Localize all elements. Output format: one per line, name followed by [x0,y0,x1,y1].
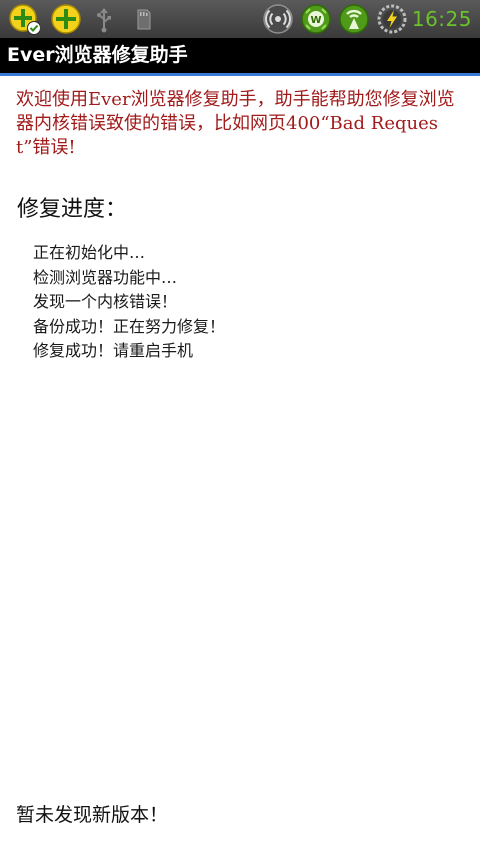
app-title-bar: Ever浏览器修复助手 [0,38,480,76]
clock-time: 16:25 [411,7,472,31]
update-status: 暂未发现新版本！ [16,804,169,826]
battery-charging-icon [376,3,408,35]
sd-card-icon [128,3,160,35]
log-line-repair-success: 修复成功！请重启手机 [33,341,194,360]
add-with-check-icon [8,3,40,35]
usb-icon [90,3,122,35]
signal-broadcast-icon [262,3,294,35]
add-icon [50,3,82,35]
svg-text:W: W [310,15,321,26]
progress-heading: 修复进度： [17,197,128,222]
wifi-antenna-icon [338,3,370,35]
log-line-initializing: 正在初始化中… [33,243,146,262]
log-line-backup-success: 备份成功！正在努力修复！ [33,316,226,336]
app-title: Ever浏览器修复助手 [7,44,188,66]
progress-log: 正在初始化中… 检测浏览器功能中… 发现一个内核错误！ 备份成功！正在努力修复！… [33,241,225,364]
log-line-detecting: 检测浏览器功能中… [33,267,178,287]
widget-w-icon: W [300,3,332,35]
log-line-error-found: 发现一个内核错误！ [33,292,178,311]
status-bar: W 16:25 [0,0,480,38]
intro-message: 欢迎使用Ever浏览器修复助手，助手能帮助您修复浏览器内核错误致使的错误，比如网… [16,89,455,158]
